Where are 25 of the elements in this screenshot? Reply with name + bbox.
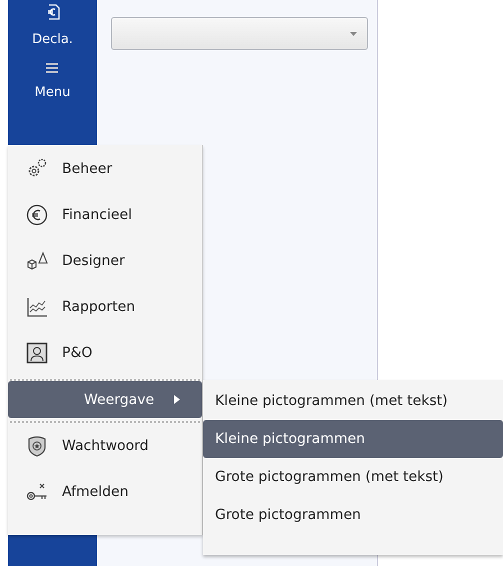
badge-icon bbox=[26, 435, 48, 457]
menu-item[interactable]: Beheer bbox=[8, 146, 202, 192]
euro-icon bbox=[26, 204, 48, 226]
menu-item[interactable]: Afmelden bbox=[8, 469, 202, 515]
submenu-item[interactable]: Grote pictogrammen (met tekst) bbox=[203, 458, 503, 496]
menu-item[interactable]: Financieel bbox=[8, 192, 202, 238]
sidebar-button[interactable]: Decla. bbox=[28, 2, 77, 49]
chart-icon bbox=[26, 296, 48, 318]
menu-item[interactable]: P&O bbox=[8, 330, 202, 376]
submenu-item[interactable]: Kleine pictogrammen (met tekst) bbox=[203, 382, 503, 420]
person-frame-icon bbox=[26, 342, 48, 364]
euro-document-icon bbox=[46, 4, 60, 20]
submenu-item[interactable]: Kleine pictogrammen bbox=[203, 420, 503, 458]
menu-item[interactable]: Wachtwoord bbox=[8, 423, 202, 469]
dropdown-field[interactable] bbox=[111, 17, 368, 50]
submenu-arrow-icon bbox=[174, 395, 180, 404]
menu-item[interactable]: Designer bbox=[8, 238, 202, 284]
menu-icon bbox=[46, 63, 58, 73]
submenu-item[interactable]: Grote pictogrammen bbox=[203, 496, 503, 534]
sidebar-button[interactable]: Menu bbox=[30, 61, 74, 102]
dropdown-arrow-icon bbox=[350, 32, 357, 36]
cube-cone-icon bbox=[26, 250, 48, 272]
menu-item[interactable]: Rapporten bbox=[8, 284, 202, 330]
key-icon bbox=[26, 481, 48, 503]
menu-item[interactable]: Weergave bbox=[8, 381, 202, 418]
